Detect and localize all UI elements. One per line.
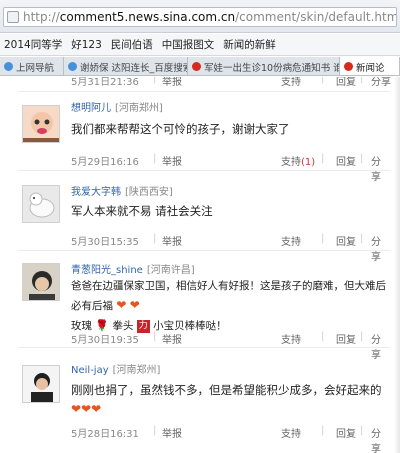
tab-label: 上网导航: [16, 62, 55, 74]
page-icon: [7, 11, 19, 23]
comment-location: [陕西西安]: [125, 187, 173, 198]
tab-label: 谢娇保 达阳连长_百度搜索: [80, 62, 188, 74]
support-link[interactable]: 支持(1): [281, 153, 315, 168]
share-link[interactable]: 分享: [371, 425, 386, 453]
divider: [18, 170, 390, 171]
divider: [18, 347, 390, 348]
reply-link[interactable]: 回复: [336, 331, 356, 346]
bookmark-item[interactable]: 好123: [71, 37, 102, 52]
heart-emoji-icon: ❤: [91, 402, 102, 416]
avatar[interactable]: [22, 105, 60, 143]
tab-news-article[interactable]: 军娃一出生诊10份病危通知书 谁: [188, 57, 340, 75]
report-link[interactable]: 举报: [162, 425, 182, 440]
comment-item: 我爱大字韩 [陕西西安] 军人本来就不易 请社会关注 5月30日15:35 | 举…: [0, 177, 392, 263]
heart-emoji-icon: ❤: [129, 298, 140, 312]
avatar[interactable]: [22, 263, 60, 301]
heart-emoji-icon: ❤: [81, 402, 92, 416]
report-link[interactable]: 举报: [162, 331, 182, 346]
avatar[interactable]: [22, 365, 60, 403]
report-link[interactable]: 举报: [162, 233, 182, 248]
tab-comments[interactable]: 新闻论: [340, 57, 400, 75]
divider: [18, 250, 390, 251]
comment-text: 军人本来就不易 请社会关注: [71, 204, 213, 218]
tab-strip: 上网导航 谢娇保 达阳连长_百度搜索 军娃一出生诊10份病危通知书 谁 新闻论: [0, 57, 400, 76]
support-link[interactable]: 支持: [281, 425, 301, 440]
comment-author[interactable]: 想明阿儿 [河南郑州]: [71, 99, 163, 114]
support-count: (1): [301, 157, 316, 168]
bookmark-item[interactable]: 民间伯语: [111, 37, 153, 52]
support-link[interactable]: 支持: [281, 77, 301, 88]
comment-text: 爸爸在边疆保家卫国，相信好人有好报！这是孩子的磨难，但大难后必有后福 ❤ ❤ 玫…: [71, 277, 387, 336]
url-path: /comment/skin/default.html?channel=hn&ne…: [235, 10, 396, 24]
comment-meta: 5月31日21:36 | 举报 支持 | 回复 | 分享: [71, 77, 394, 88]
tab-label: 军娃一出生诊10份病危通知书 谁: [204, 62, 340, 74]
comment-item: 青葱阳光_shine [河南许昌] 爸爸在边疆保家卫国，相信好人有好报！这是孩子的…: [0, 257, 392, 361]
reply-link[interactable]: 回复: [336, 233, 356, 248]
comment-meta: 5月29日16:16 | 举报 支持(1) | 回复 | 分享: [71, 153, 386, 183]
report-link[interactable]: 举报: [162, 77, 182, 88]
tab-baidu-search[interactable]: 谢娇保 达阳连长_百度搜索: [64, 57, 188, 75]
comment-item: Neil-jay [河南郑州] 刚刚也捐了，虽然钱不多，但是希望能积少成多，会好起…: [0, 355, 392, 453]
comment-time: 5月28日16:31: [71, 429, 139, 440]
bookmark-item[interactable]: 新闻的新鲜: [223, 37, 276, 52]
comment-time: 5月31日21:36: [71, 77, 139, 88]
comment-location: [河南郑州]: [115, 103, 163, 114]
baidu-icon: [68, 62, 77, 71]
comment-meta: 5月30日15:35 | 举报 支持 | 回复 | 分享: [71, 233, 386, 263]
comment-author[interactable]: Neil-jay [河南郑州]: [71, 361, 160, 376]
divider: [18, 91, 390, 92]
globe-icon: [4, 62, 13, 71]
tab-navigation[interactable]: 上网导航: [0, 57, 64, 75]
comment-author[interactable]: 我爱大字韩 [陕西西安]: [71, 183, 173, 198]
url-prefix: http://: [23, 10, 60, 24]
weibo-icon: [192, 62, 201, 71]
comment-location: [河南郑州]: [112, 365, 161, 376]
report-link[interactable]: 举报: [162, 153, 182, 168]
support-link[interactable]: 支持: [281, 331, 301, 346]
reply-link[interactable]: 回复: [336, 425, 356, 440]
share-link[interactable]: 分享: [371, 77, 391, 88]
bookmark-item[interactable]: 2014同等学: [4, 37, 62, 52]
comment-location: [河南许昌]: [146, 265, 195, 276]
reply-link[interactable]: 回复: [336, 77, 356, 88]
comment-item: 想明阿儿 [河南郑州] 我们都来帮帮这个可怜的孩子，谢谢大家了 5月29日16:1…: [0, 97, 392, 183]
comment-meta: 5月28日16:31 | 举报 支持 | 回复 | 分享: [71, 425, 386, 453]
comment-author[interactable]: 青葱阳光_shine [河南许昌]: [71, 261, 195, 276]
comment-text: 我们都来帮帮这个可怜的孩子，谢谢大家了: [71, 122, 290, 136]
address-bar: http://comment5.news.sina.com.cn/comment…: [0, 0, 400, 33]
comment-text: 刚刚也捐了，虽然钱不多，但是希望能积少成多，会好起来的 ❤❤❤: [71, 381, 387, 419]
comment-time: 5月29日16:16: [71, 157, 139, 168]
url-input[interactable]: http://comment5.news.sina.com.cn/comment…: [3, 7, 397, 27]
bookmarks-bar: 2014同等学 好123 民间伯语 中国报图文 新闻的新鲜: [0, 34, 400, 56]
tab-label: 新闻论: [356, 62, 385, 74]
bookmark-item[interactable]: 中国报图文: [162, 37, 215, 52]
page-edge: [394, 77, 400, 453]
heart-emoji-icon: ❤: [116, 298, 127, 312]
comment-time: 5月30日19:35: [71, 335, 139, 346]
reply-link[interactable]: 回复: [336, 153, 356, 168]
heart-emoji-icon: ❤: [71, 402, 82, 416]
comment-time: 5月30日15:35: [71, 237, 139, 248]
url-host: comment5.news.sina.com.cn: [59, 10, 236, 24]
comment-meta: 5月30日19:35 | 举报 支持 | 回复 | 分享: [71, 331, 386, 361]
avatar[interactable]: [22, 185, 60, 223]
comment-page: 5月31日21:36 | 举报 支持 | 回复 | 分享 想明阿儿 [河南郑州] …: [0, 77, 400, 453]
support-link[interactable]: 支持: [281, 233, 301, 248]
weibo-icon: [344, 62, 353, 71]
